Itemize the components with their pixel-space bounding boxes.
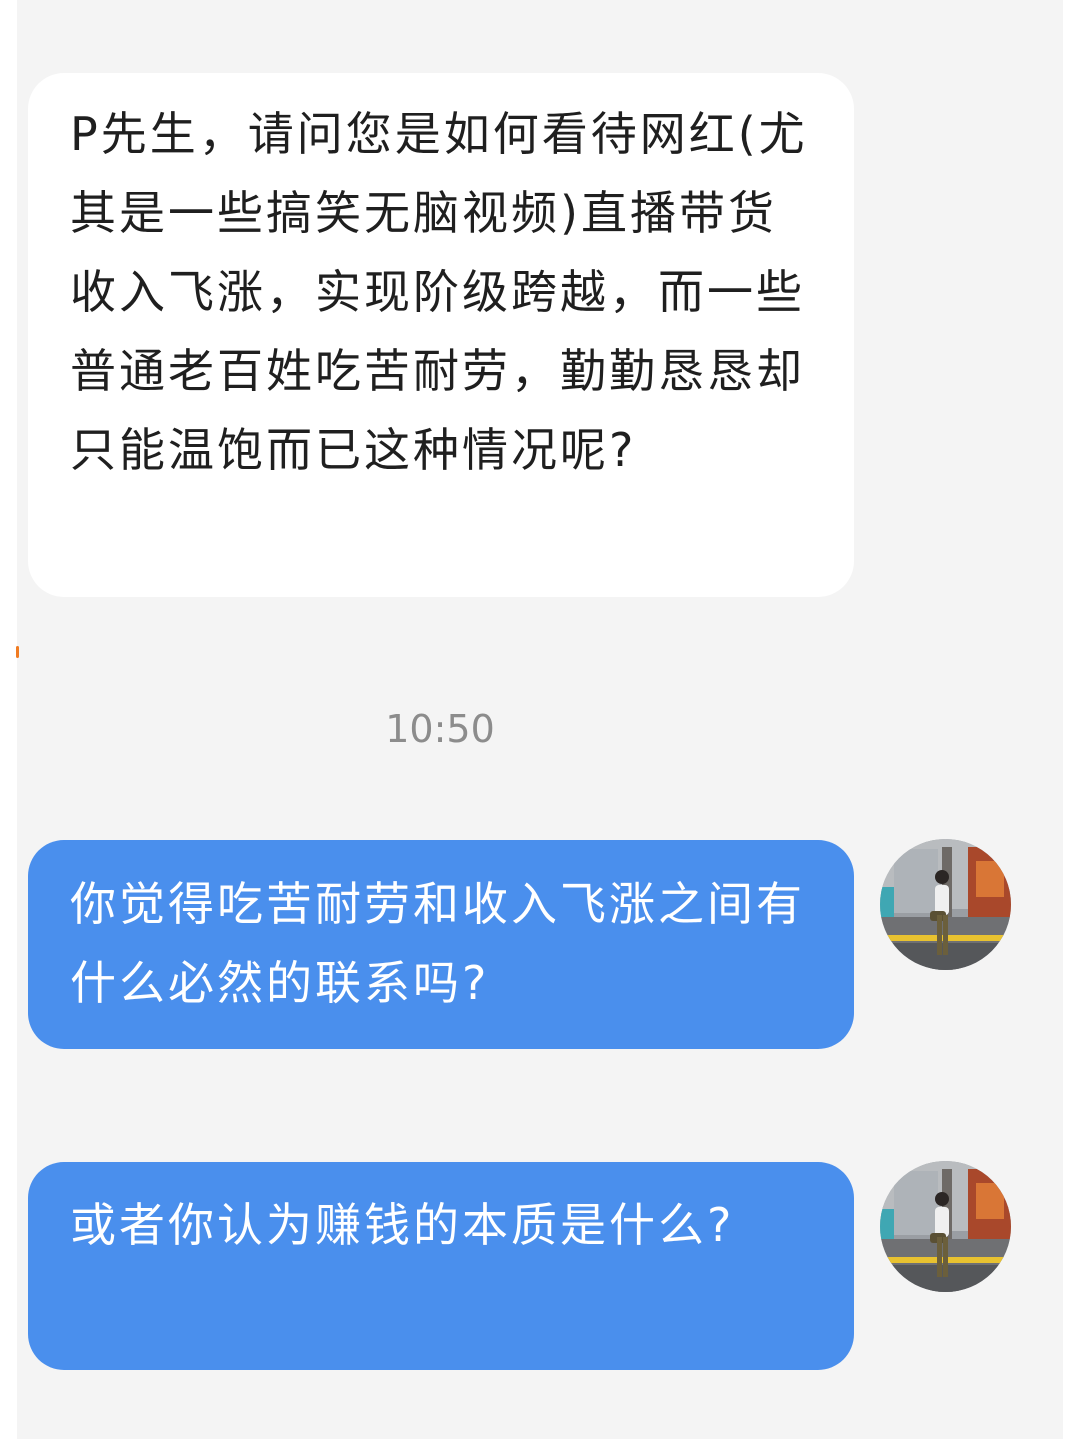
incoming-message-bubble[interactable]: P先生，请问您是如何看待网红(尤其是一些搞笑无脑视频)直播带货收入飞涨，实现阶级…	[28, 73, 854, 597]
avatar[interactable]	[880, 839, 1011, 970]
outgoing-message-text: 或者你认为赚钱的本质是什么?	[70, 1198, 735, 1252]
incoming-message-text: P先生，请问您是如何看待网红(尤其是一些搞笑无脑视频)直播带货收入飞涨，实现阶级…	[70, 107, 808, 477]
avatar-photo	[880, 1161, 1011, 1292]
avatar-photo	[880, 839, 1011, 970]
avatar[interactable]	[880, 1161, 1011, 1292]
outgoing-message-text: 你觉得吃苦耐劳和收入飞涨之间有什么必然的联系吗?	[70, 877, 805, 1010]
outgoing-message-bubble[interactable]: 或者你认为赚钱的本质是什么?	[28, 1162, 854, 1370]
message-timestamp: 10:50	[385, 707, 495, 751]
scroll-indicator	[16, 646, 19, 658]
outgoing-message-bubble[interactable]: 你觉得吃苦耐劳和收入飞涨之间有什么必然的联系吗?	[28, 840, 854, 1049]
